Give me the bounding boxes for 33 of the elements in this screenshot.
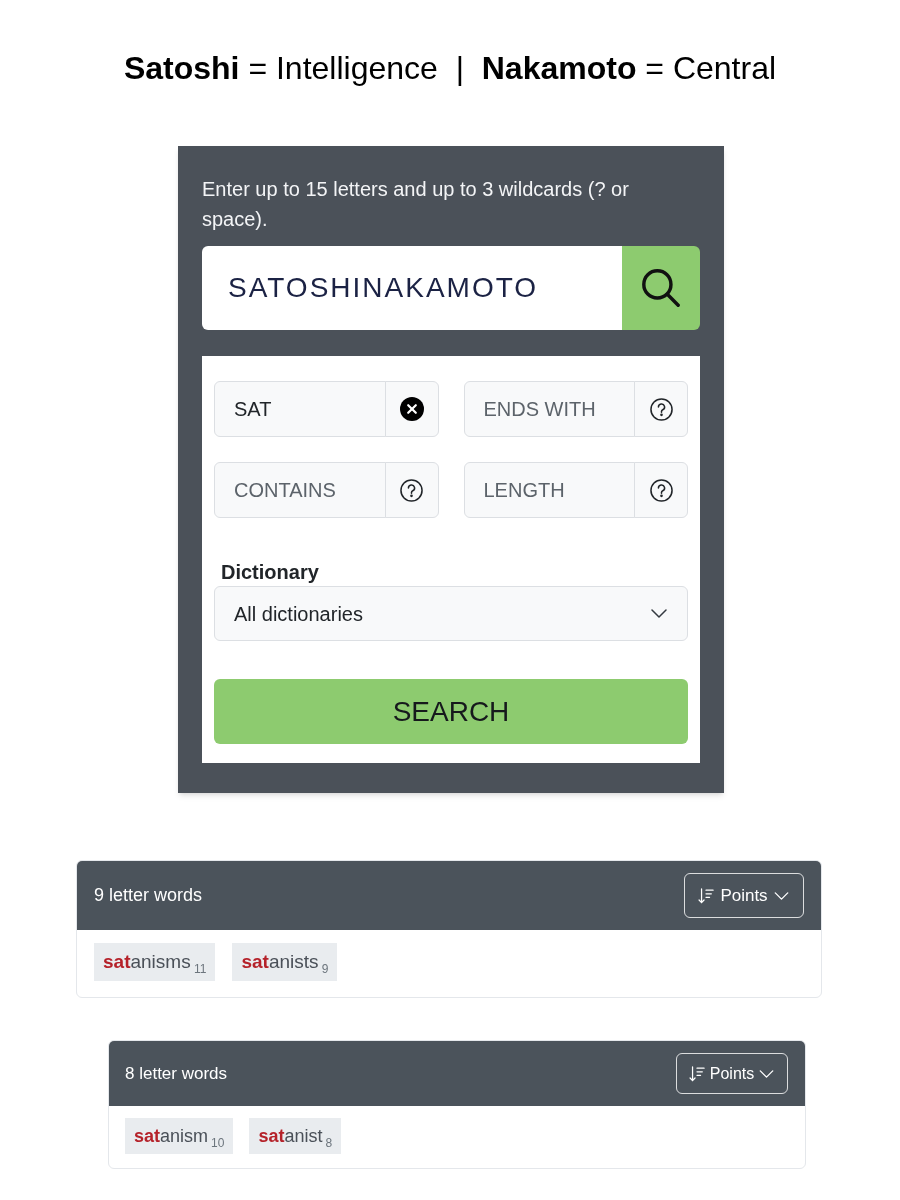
- sort-button[interactable]: Points: [676, 1053, 788, 1094]
- search-icon: [642, 269, 680, 307]
- sort-icon: [698, 887, 714, 904]
- help-button[interactable]: [634, 462, 688, 518]
- help-icon: [649, 397, 673, 421]
- word-chip[interactable]: satanist $_{8}$: [249, 1118, 342, 1154]
- page-heading: Satoshi = Intelligence | Nakamoto = Central: [123, 49, 777, 87]
- results-title: 9 letter words: [94, 884, 203, 907]
- dictionary-select[interactable]: All dictionaries: [214, 586, 688, 641]
- help-button[interactable]: [634, 381, 688, 437]
- clear-button[interactable]: [384, 381, 439, 437]
- filter-field[interactable]: SAT: [214, 381, 386, 437]
- word-chip[interactable]: satanism $_{10}$: [125, 1118, 234, 1154]
- letters-field[interactable]: SATOSHINAKAMOTO: [202, 246, 622, 330]
- word-chip[interactable]: satanists $_{9}$: [232, 943, 338, 981]
- chevron-icon: [759, 1069, 774, 1078]
- filter-field[interactable]: CONTAINS: [214, 462, 386, 518]
- results-title: 8 letter words: [125, 1062, 228, 1085]
- filter-field[interactable]: LENGTH: [463, 462, 635, 518]
- field-label: Dictionary: [221, 560, 319, 585]
- sort-icon: [689, 1065, 705, 1082]
- help-icon: [400, 478, 423, 502]
- help-icon: [649, 478, 673, 502]
- word-chip[interactable]: satanisms $_{11}$: [94, 943, 216, 981]
- chevron-icon: [774, 891, 789, 900]
- clear-icon: [399, 397, 424, 421]
- search-button[interactable]: SEARCH: [214, 679, 688, 744]
- sort-button[interactable]: Points: [684, 873, 804, 918]
- instructions-text: Enter up to 15 letters and up to 3 wildcards (? or space).: [202, 177, 630, 232]
- search-button[interactable]: [622, 246, 700, 330]
- filter-field[interactable]: ENDS WITH: [463, 381, 635, 437]
- chevron-icon: [651, 609, 667, 618]
- help-button[interactable]: [384, 462, 439, 518]
